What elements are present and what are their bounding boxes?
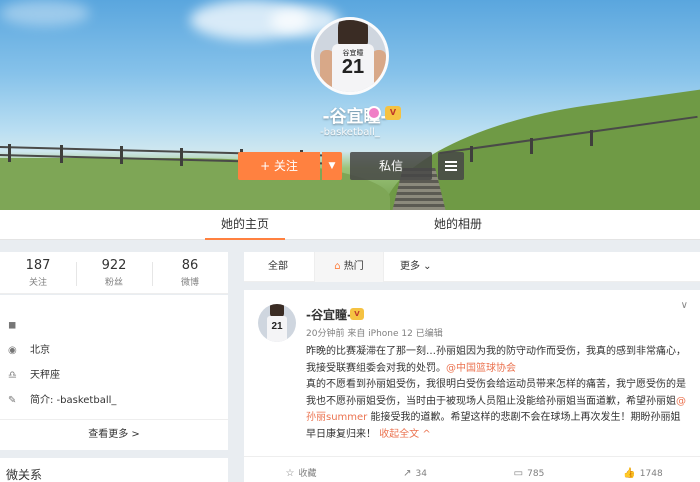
stat-posts[interactable]: 86 微博	[152, 258, 228, 288]
filter-more[interactable]: 更多 ⌄	[400, 252, 432, 282]
location-icon: ◉	[8, 345, 17, 356]
post-author[interactable]: -谷宜瞳-	[306, 306, 352, 323]
fire-icon: ⌂	[334, 261, 344, 272]
stats-card: 187 关注 922 粉丝 86 微博	[0, 252, 228, 294]
stat-value: 187	[25, 258, 51, 273]
level-icon: ◼	[8, 320, 17, 331]
stat-label: 关注	[28, 278, 47, 288]
favorite-button[interactable]: ☆ 收藏	[244, 457, 358, 482]
feed-post: 21 -谷宜瞳- V 20分钟前 来自 iPhone 12 已编辑 ∨ 昨晚的比…	[244, 290, 700, 482]
chevron-down-icon[interactable]: ∨	[681, 300, 688, 311]
profile-subtitle: -basketball_	[320, 127, 380, 138]
post-body: 昨晚的比赛凝滞在了那一刻…孙丽姐因为我的防守动作而受伤，我真的感到非常痛心，我接…	[306, 344, 688, 443]
filter-all[interactable]: 全部	[268, 252, 288, 282]
profile-tabs: 她的主页 她的相册	[0, 210, 700, 240]
jersey-number: 21	[271, 321, 283, 332]
location-text: 北京	[30, 345, 50, 356]
zodiac-icon: ♎	[8, 370, 17, 381]
like-button[interactable]: 👍 1748	[586, 457, 700, 482]
info-zodiac: ♎ 天秤座	[8, 367, 60, 385]
profile-avatar[interactable]: 谷宜瞳 21	[311, 17, 389, 95]
stat-label: 粉丝	[104, 278, 123, 288]
mention-link[interactable]: @中国篮球协会	[446, 363, 516, 374]
profile-icon: ✎	[8, 395, 17, 406]
jersey-number: 21	[341, 56, 365, 78]
star-icon: ☆	[285, 468, 295, 479]
follow-button[interactable]: + 关注	[238, 152, 320, 180]
filter-hot[interactable]: ⌂ 热门	[314, 252, 384, 282]
tab-home[interactable]: 她的主页	[205, 210, 285, 240]
jersey: 谷宜瞳 21	[332, 44, 374, 92]
member-badge-icon[interactable]	[367, 106, 381, 120]
stat-label: 微博	[180, 278, 199, 288]
post-avatar[interactable]: 21	[258, 304, 296, 342]
post-text: 真的不愿看到孙丽姐受伤，我很明白受伤会给运动员带来怎样的痛苦，我宁愿受伤的是我也…	[306, 379, 686, 407]
collapse-link[interactable]: 收起全文 ^	[379, 429, 431, 440]
tab-album[interactable]: 她的相册	[418, 210, 498, 240]
repost-button[interactable]: ↗ 34	[358, 457, 472, 482]
message-button[interactable]: 私信	[350, 152, 432, 180]
view-more-link[interactable]: 查看更多 >	[0, 419, 228, 449]
comment-icon: ▭	[513, 468, 524, 479]
zodiac-text: 天秤座	[30, 370, 60, 381]
post-actions: ☆ 收藏 ↗ 34 ▭ 785 👍 1748	[244, 456, 700, 482]
thumbs-up-icon: 👍	[623, 468, 636, 479]
profile-info-card: ◼ ◉ 北京 ♎ 天秤座 ✎ 简介: -basketball_ 查看更多 >	[0, 295, 228, 450]
repost-icon: ↗	[403, 468, 412, 479]
more-options-button[interactable]	[438, 152, 464, 180]
stat-following[interactable]: 187 关注	[0, 258, 76, 288]
relations-title: 微关系	[6, 468, 43, 482]
stat-followers[interactable]: 922 粉丝	[76, 258, 152, 288]
vip-badge-icon[interactable]: V	[350, 308, 364, 320]
info-location: ◉ 北京	[8, 342, 50, 360]
post-meta: 20分钟前 来自 iPhone 12 已编辑	[306, 329, 443, 339]
relations-card: 微关系	[0, 458, 228, 482]
bio-text: 简介: -basketball_	[30, 395, 117, 406]
follow-options-button[interactable]: ▼	[322, 152, 342, 180]
info-bio: ✎ 简介: -basketball_	[8, 392, 116, 410]
stat-value: 86	[181, 258, 199, 273]
comment-button[interactable]: ▭ 785	[472, 457, 586, 482]
vip-badge-icon[interactable]: V	[385, 106, 401, 120]
info-level: ◼	[8, 317, 30, 335]
menu-icon	[445, 161, 457, 163]
stat-value: 922	[101, 258, 127, 273]
feed-filter-bar: 全部 ⌂ 热门 更多 ⌄	[244, 252, 700, 282]
cloud	[0, 0, 90, 26]
